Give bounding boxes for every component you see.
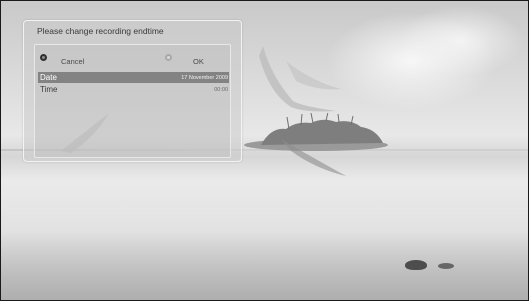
rock-small [438,263,454,269]
tv-screen: Please change recording endtime Cancel O… [0,0,529,301]
radio-icon [165,53,172,61]
time-field[interactable]: Time 00:00 [38,84,229,95]
date-value: 17 November 2009 [181,74,228,81]
recording-endtime-dialog: Please change recording endtime Cancel O… [23,20,242,162]
rock [405,260,427,270]
time-value: 00:00 [214,86,228,93]
dialog-title: Please change recording endtime [37,26,164,36]
cancel-label: Cancel [61,56,85,66]
dialog-body: Cancel OK Date 17 November 2009 Time 00:… [34,44,231,158]
date-label: Date [40,73,57,82]
cancel-button[interactable]: Cancel [40,50,85,66]
ok-label: OK [193,56,204,66]
ok-button[interactable]: OK [165,50,204,66]
time-label: Time [40,85,58,94]
date-field[interactable]: Date 17 November 2009 [38,72,229,83]
radio-icon [40,53,47,61]
